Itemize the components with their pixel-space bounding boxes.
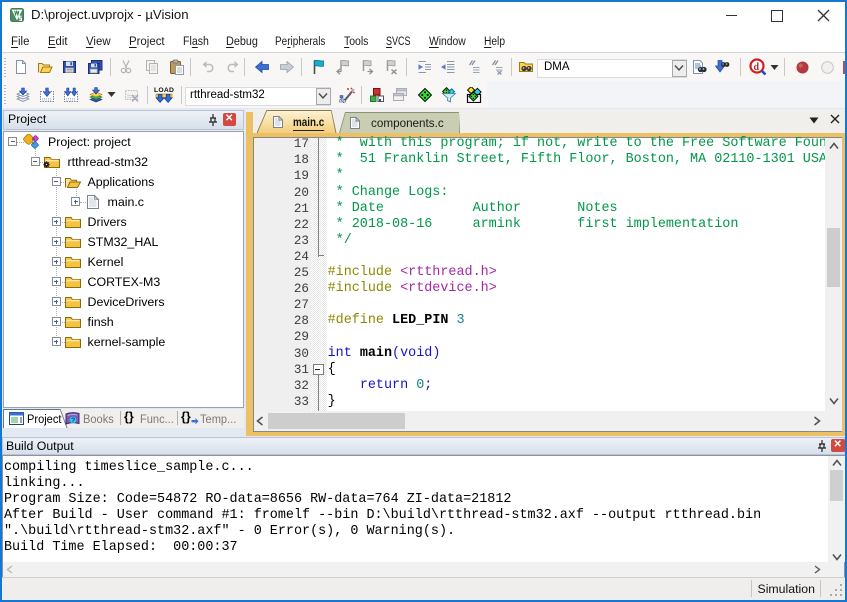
svg-text:?: ? [71, 417, 75, 424]
svg-text:d: d [754, 62, 760, 73]
svg-text:LOAD: LOAD [154, 87, 174, 94]
